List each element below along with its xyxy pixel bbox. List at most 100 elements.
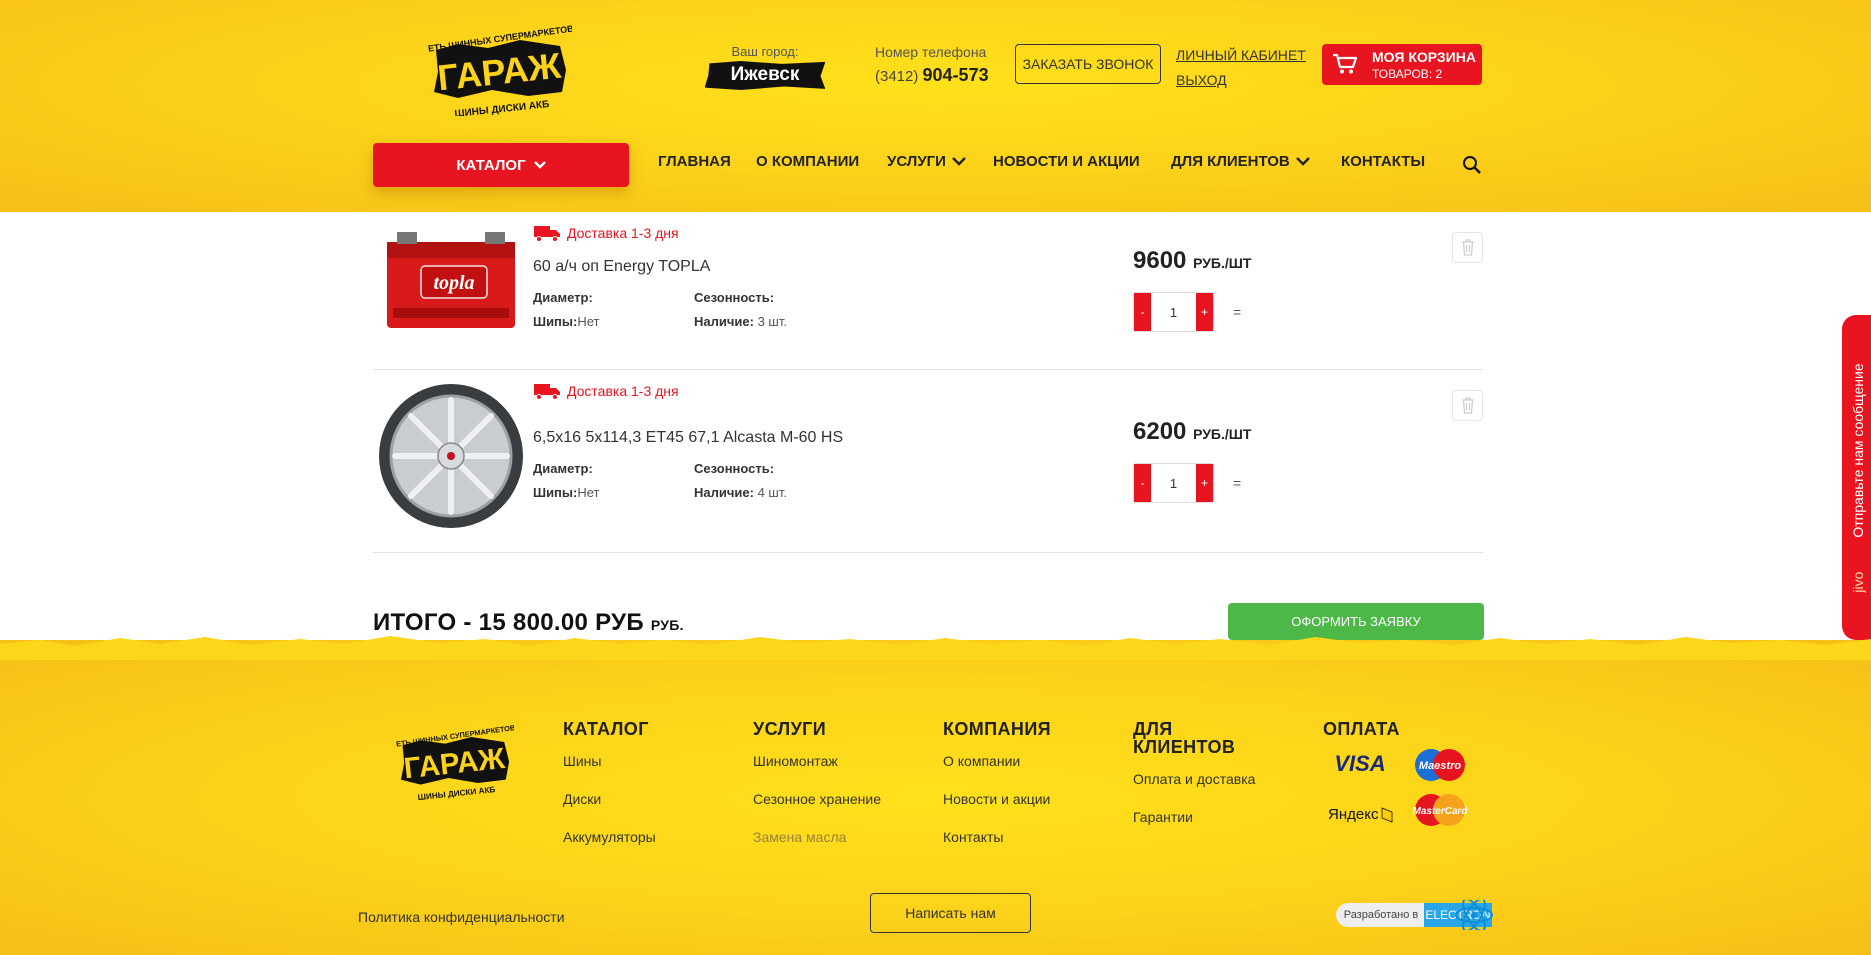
footer-column-company: КОМПАНИЯ О компании Новости и акции Конт… — [943, 720, 1051, 867]
svg-text:VISA: VISA — [1334, 751, 1385, 776]
city-name[interactable]: Ижевск — [704, 61, 826, 90]
spec-label: Наличие: — [694, 485, 754, 500]
city-label: Ваш город: — [731, 44, 799, 59]
chat-widget-tab[interactable]: jivo Отправьте нам сообщение — [1842, 315, 1871, 640]
logout-link[interactable]: ВЫХОД — [1176, 68, 1306, 93]
total-unit: РУБ. — [650, 617, 684, 633]
increase-button[interactable]: + — [1196, 464, 1213, 502]
chat-brand: jivo — [1850, 571, 1866, 593]
account-links: ЛИЧНЫЙ КАБИНЕТ ВЫХОД — [1176, 43, 1306, 93]
truck-icon — [534, 384, 560, 400]
cart-button[interactable]: МОЯ КОРЗИНА ТОВАРОВ: 2 — [1322, 44, 1482, 85]
footer-link[interactable]: Новости и акции — [943, 791, 1051, 829]
privacy-policy-link[interactable]: Политика конфиденциальности — [358, 909, 565, 925]
maestro-logo: Maestro — [1415, 749, 1465, 781]
site-header: СЕТЬ ШИННЫХ СУПЕРМАРКЕТОВ ГАРАЖ ШИНЫ ДИС… — [0, 0, 1871, 212]
nav-home[interactable]: ГЛАВНАЯ — [658, 151, 731, 171]
footer-column-catalog: КАТАЛОГ Шины Диски Аккумуляторы — [563, 720, 656, 867]
catalog-label: КАТАЛОГ — [456, 156, 526, 174]
spec-value: 4 шт. — [757, 485, 787, 500]
nav-services[interactable]: УСЛУГИ — [887, 151, 966, 171]
battery-image[interactable]: topla — [381, 222, 521, 334]
footer-column-title: КАТАЛОГ — [563, 719, 649, 739]
footer-link[interactable]: Аккумуляторы — [563, 829, 656, 867]
delivery-text: Доставка 1-3 дня — [567, 225, 679, 241]
footer-link[interactable]: О компании — [943, 753, 1051, 791]
decrease-button[interactable]: - — [1134, 464, 1151, 502]
search-icon[interactable] — [1462, 155, 1482, 175]
chat-text: Отправьте нам сообщение — [1850, 362, 1866, 538]
chevron-down-icon — [952, 156, 966, 166]
spec-label: Наличие: — [694, 314, 754, 329]
spec-label: Диаметр: — [533, 461, 593, 476]
atom-icon — [1455, 900, 1493, 930]
site-logo[interactable]: СЕТЬ ШИННЫХ СУПЕРМАРКЕТОВ ГАРАЖ ШИНЫ ДИС… — [421, 20, 575, 120]
nav-services-label: УСЛУГИ — [887, 152, 946, 170]
cart-item: Доставка 1-3 дня 6,5x16 5x114,3 ET45 67,… — [373, 370, 1483, 550]
footer-column-title: ОПЛАТА — [1323, 719, 1400, 739]
decrease-button[interactable]: - — [1134, 293, 1151, 331]
footer-link[interactable]: Шины — [563, 753, 656, 791]
footer-link[interactable]: Шиномонтаж — [753, 753, 881, 791]
phone-code: (3412) — [875, 68, 919, 85]
footer-link[interactable]: Сезонное хранение — [753, 791, 881, 829]
developer-badge[interactable]: Разработано в ELECTRON — [1336, 900, 1496, 930]
product-name[interactable]: 60 а/ч оп Energy TOPLA — [533, 258, 710, 276]
footer-link[interactable]: Контакты — [943, 829, 1051, 867]
account-link[interactable]: ЛИЧНЫЙ КАБИНЕТ — [1176, 43, 1306, 68]
footer-link[interactable]: Гарантии — [1133, 809, 1263, 847]
nav-clients[interactable]: ДЛЯ КЛИЕНТОВ — [1171, 151, 1310, 171]
svg-text:topla: topla — [433, 272, 474, 294]
catalog-button[interactable]: КАТАЛОГ — [373, 143, 629, 187]
footer-column-title: УСЛУГИ — [753, 719, 827, 739]
svg-text:ШИНЫ ДИСКИ АКБ: ШИНЫ ДИСКИ АКБ — [454, 99, 550, 116]
phone-number[interactable]: (3412) 904-573 — [875, 65, 989, 86]
quantity-input[interactable]: 1 — [1151, 464, 1196, 502]
svg-text:ШИНЫ ДИСКИ АКБ: ШИНЫ ДИСКИ АКБ — [417, 785, 496, 800]
product-name[interactable]: 6,5x16 5x114,3 ET45 67,1 Alcasta M-60 HS — [533, 429, 843, 447]
write-us-button[interactable]: Написать нам — [870, 893, 1031, 933]
footer-link[interactable]: Диски — [563, 791, 656, 829]
increase-button[interactable]: + — [1196, 293, 1213, 331]
footer-link[interactable]: Оплата и доставка — [1133, 771, 1263, 809]
spec-value: Нет — [577, 314, 600, 329]
spec-diameter: Диаметр: — [533, 290, 593, 305]
footer-link[interactable]: Замена масла — [753, 829, 881, 867]
nav-news[interactable]: НОВОСТИ И АКЦИИ — [993, 151, 1140, 171]
spec-label: Диаметр: — [533, 290, 593, 305]
cart-count: ТОВАРОВ: 2 — [1372, 67, 1443, 81]
spec-studs: Шипы:Нет — [533, 485, 599, 500]
spec-value: 3 шт. — [757, 314, 787, 329]
nav-contacts[interactable]: КОНТАКТЫ — [1341, 151, 1425, 171]
nav-about[interactable]: О КОМПАНИИ — [756, 151, 859, 171]
spec-label: Шипы: — [533, 485, 578, 500]
truck-icon — [534, 226, 560, 242]
city-selector[interactable]: Ваш город: Ижевск — [690, 44, 840, 90]
footer-column-payment: ОПЛАТА — [1323, 720, 1400, 738]
price-value: 9600 — [1133, 247, 1187, 274]
footer-logo[interactable]: СЕТЬ ШИННЫХ СУПЕРМАРКЕТОВ ГАРАЖ ШИНЫ ДИС… — [390, 720, 515, 802]
chat-widget-label: jivo Отправьте нам сообщение — [1850, 363, 1866, 592]
quantity-stepper: - 1 + — [1133, 292, 1214, 332]
yandex-money-logo: Яндекс — [1328, 806, 1393, 823]
mastercard-logo: MasterCard — [1413, 794, 1467, 826]
wheel-image[interactable] — [373, 382, 525, 530]
price-value: 6200 — [1133, 418, 1187, 445]
line-total: = — [1233, 304, 1242, 320]
chevron-down-icon — [533, 161, 546, 169]
footer-column-title: КОМПАНИЯ — [943, 719, 1051, 739]
svg-text:Maestro: Maestro — [1419, 760, 1461, 772]
torn-edge-decoration — [0, 636, 1871, 660]
footer-column-services: УСЛУГИ Шиномонтаж Сезонное хранение Заме… — [753, 720, 881, 867]
callback-button[interactable]: ЗАКАЗАТЬ ЗВОНОК — [1015, 44, 1161, 84]
phone-digits: 904-573 — [922, 65, 989, 85]
delivery-info: Доставка 1-3 дня — [533, 224, 679, 242]
item-divider — [373, 552, 1483, 553]
nav-about-label: О КОМПАНИИ — [756, 152, 860, 170]
spec-label: Сезонность: — [694, 290, 775, 305]
delete-button[interactable] — [1452, 232, 1483, 263]
phone-label: Номер телефона — [875, 44, 987, 60]
delete-button[interactable] — [1452, 390, 1483, 421]
quantity-input[interactable]: 1 — [1151, 293, 1196, 331]
spec-stock: Наличие: 4 шт. — [694, 485, 787, 500]
